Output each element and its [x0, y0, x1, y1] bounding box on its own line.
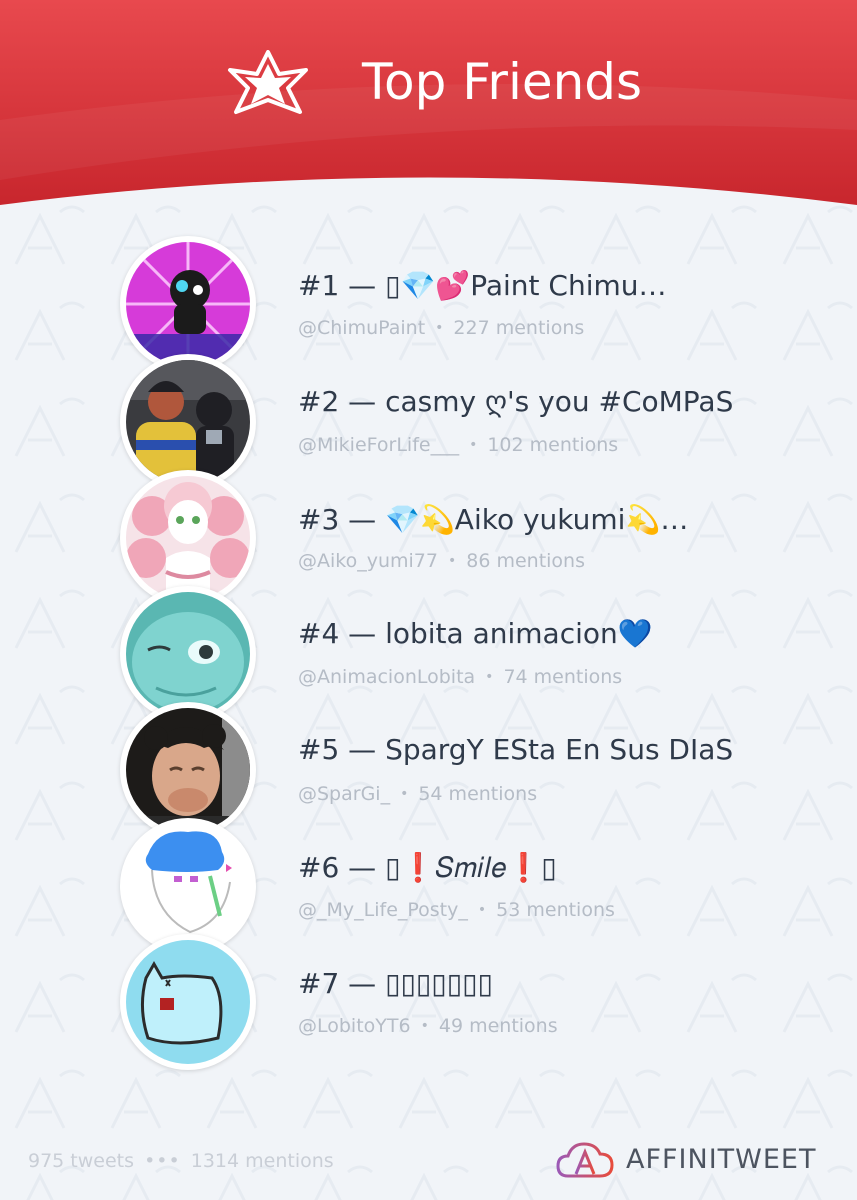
friend-row[interactable]: #7 — ▯▯▯▯▯▯▯ @LobitoYT6 • 49 mentions: [0, 934, 857, 1070]
affinitweet-cloud-logo: [556, 1142, 614, 1178]
friend-handle[interactable]: @AnimacionLobita: [298, 666, 475, 688]
separator-dot: •: [469, 437, 478, 453]
friend-name[interactable]: #3 — 💎💫Aiko yukumi💫…: [298, 502, 838, 538]
separator-dot: •: [477, 902, 487, 918]
footer-stats: 975 tweets ••• 1314 mentions: [28, 1150, 334, 1172]
total-mentions: 1314 mentions: [190, 1150, 334, 1172]
mention-count: 227 mentions: [453, 317, 585, 339]
friend-name[interactable]: #7 — ▯▯▯▯▯▯▯: [298, 966, 838, 1002]
mention-count: 74 mentions: [503, 666, 623, 688]
brand-name: AFFINITWEET: [626, 1144, 817, 1175]
brand[interactable]: AFFINITWEET: [556, 1138, 846, 1184]
footer-separator: •••: [144, 1150, 181, 1172]
separator-dot: •: [420, 1018, 429, 1034]
friend-row[interactable]: #2 — casmy ღ's you #CoMPaS @MikieForLife…: [0, 354, 857, 490]
page-title: Top Friends: [362, 53, 643, 111]
friend-row[interactable]: #1 — ▯💎💕Paint Chimu… @ChimuPaint • 227 men…: [0, 236, 857, 372]
friend-name[interactable]: #4 — lobita animacion💙: [298, 616, 838, 652]
friend-meta: @MikieForLife___ • 102 mentions: [298, 432, 618, 460]
friend-name[interactable]: #5 — SpargY ESta En Sus DIaS: [298, 732, 838, 768]
avatar[interactable]: [120, 934, 256, 1070]
friend-handle[interactable]: @ChimuPaint: [298, 317, 425, 339]
mention-count: 86 mentions: [466, 550, 585, 572]
avatar[interactable]: [120, 236, 256, 372]
mention-count: 102 mentions: [487, 434, 619, 456]
friend-meta: @LobitoYT6 • 49 mentions: [298, 1013, 558, 1041]
friend-name[interactable]: #1 — ▯💎💕Paint Chimu…: [298, 268, 838, 304]
friend-name[interactable]: #6 — ▯❗𝑆𝑚𝑖𝑙𝑒❗▯: [298, 850, 838, 886]
friend-meta: @Aiko_yumi77 • 86 mentions: [298, 548, 585, 576]
mention-count: 53 mentions: [496, 899, 615, 921]
friend-row[interactable]: #5 — SpargY ESta En Sus DIaS @SparGi_ • 54…: [0, 702, 857, 838]
friend-handle[interactable]: @MikieForLife___: [298, 434, 459, 456]
friend-row[interactable]: #4 — lobita animacion💙 @AnimacionLobita •…: [0, 586, 857, 722]
tweet-count: 975 tweets: [28, 1150, 135, 1172]
friend-meta: @SparGi_ • 54 mentions: [298, 781, 537, 809]
star-outline-icon: [228, 50, 308, 114]
friend-handle[interactable]: @LobitoYT6: [298, 1015, 411, 1037]
friend-handle[interactable]: @Aiko_yumi77: [298, 550, 438, 572]
friend-meta: @AnimacionLobita • 74 mentions: [298, 664, 622, 692]
separator-dot: •: [447, 553, 457, 569]
friend-meta: @ChimuPaint • 227 mentions: [298, 315, 584, 343]
friend-meta: @_My_Life_Posty_ • 53 mentions: [298, 897, 615, 925]
separator-dot: •: [400, 786, 409, 802]
friend-handle[interactable]: @_My_Life_Posty_: [298, 899, 468, 921]
separator-dot: •: [485, 669, 494, 685]
friend-name[interactable]: #2 — casmy ღ's you #CoMPaS: [298, 384, 838, 420]
mention-count: 49 mentions: [438, 1015, 558, 1037]
separator-dot: •: [435, 320, 444, 336]
friend-row[interactable]: #3 — 💎💫Aiko yukumi💫… @Aiko_yumi77 • 86 men…: [0, 470, 857, 606]
friend-row[interactable]: #6 — ▯❗𝑆𝑚𝑖𝑙𝑒❗▯ @_My_Life_Posty_ • 53 menti…: [0, 818, 857, 954]
friend-handle[interactable]: @SparGi_: [298, 783, 390, 805]
mention-count: 54 mentions: [418, 783, 538, 805]
